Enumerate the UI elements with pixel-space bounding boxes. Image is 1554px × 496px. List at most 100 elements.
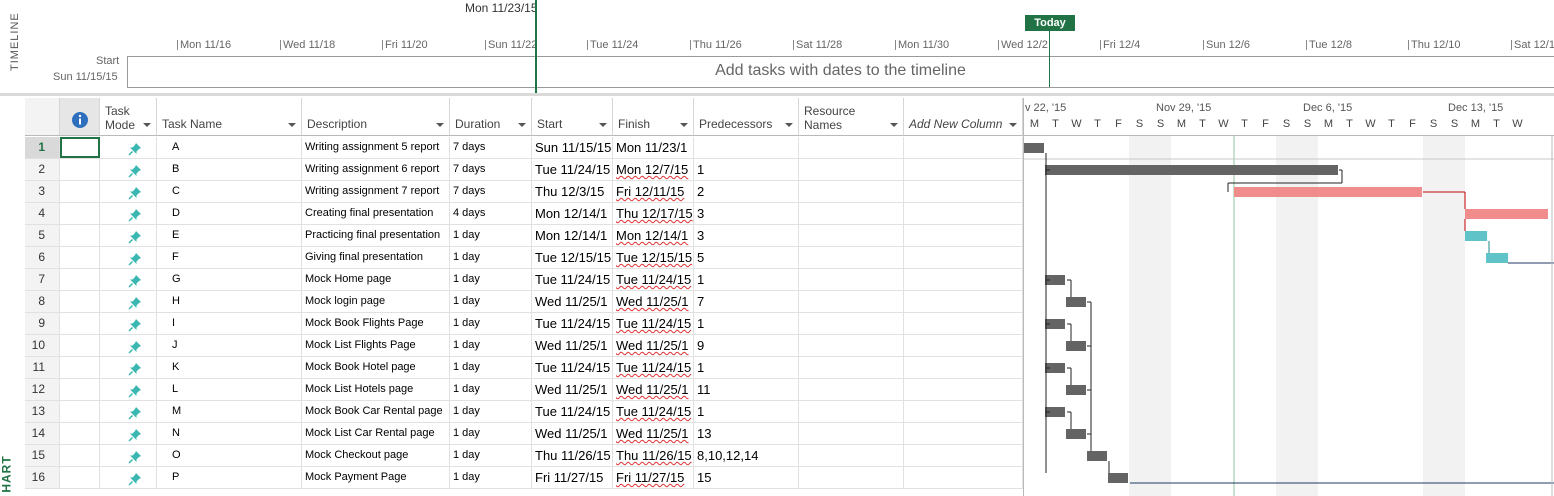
predecessors-cell[interactable]: 3 <box>694 203 799 224</box>
resource-names-cell[interactable] <box>799 313 904 334</box>
start-cell[interactable]: Wed 11/25/1 <box>532 423 613 444</box>
finish-cell[interactable]: Mon 12/14/1 <box>613 225 694 246</box>
gantt-bar[interactable] <box>1024 143 1044 153</box>
indicator-cell[interactable] <box>60 269 100 290</box>
table-row[interactable]: 11 K Mock Book Hotel page 1 day Tue 11/24/15… <box>25 357 1023 379</box>
predecessors-cell[interactable]: 1 <box>694 159 799 180</box>
task-name-cell[interactable]: C <box>157 181 302 202</box>
resource-names-cell[interactable] <box>799 137 904 158</box>
resource-names-cell[interactable] <box>799 225 904 246</box>
add-new-column-header[interactable]: Add New Column <box>904 98 1023 136</box>
start-cell[interactable]: Fri 11/27/15 <box>532 467 613 488</box>
resource-names-cell[interactable] <box>799 423 904 444</box>
add-new-column-cell[interactable] <box>904 423 1023 444</box>
description-header[interactable]: Description <box>302 98 450 136</box>
add-new-column-cell[interactable] <box>904 467 1023 488</box>
finish-cell[interactable]: Mon 12/7/15 <box>613 159 694 180</box>
duration-cell[interactable]: 1 day <box>450 467 532 488</box>
predecessors-cell[interactable]: 1 <box>694 313 799 334</box>
description-cell[interactable]: Giving final presentation <box>302 247 450 268</box>
task-name-cell[interactable]: B <box>157 159 302 180</box>
indicator-cell[interactable] <box>60 379 100 400</box>
start-cell[interactable]: Wed 11/25/1 <box>532 291 613 312</box>
gantt-bar[interactable] <box>1066 341 1086 351</box>
start-cell[interactable]: Tue 11/24/15 <box>532 159 613 180</box>
indicator-cell[interactable] <box>60 159 100 180</box>
row-id[interactable]: 14 <box>25 423 60 444</box>
task-name-cell[interactable]: J <box>157 335 302 356</box>
start-cell[interactable]: Sun 11/15/15 <box>532 137 613 158</box>
table-row[interactable]: 3 C Writing assignment 7 report 7 days Thu 1… <box>25 181 1023 203</box>
predecessors-cell[interactable]: 9 <box>694 335 799 356</box>
duration-cell[interactable]: 1 day <box>450 269 532 290</box>
task-mode-cell[interactable] <box>100 401 157 422</box>
indicator-cell[interactable] <box>60 467 100 488</box>
description-cell[interactable]: Mock Home page <box>302 269 450 290</box>
finish-cell[interactable]: Thu 12/17/15 <box>613 203 694 224</box>
finish-cell[interactable]: Tue 12/15/15 <box>613 247 694 268</box>
row-id[interactable]: 9 <box>25 313 60 334</box>
indicator-cell[interactable] <box>60 225 100 246</box>
start-cell[interactable]: Tue 11/24/15 <box>532 269 613 290</box>
row-id[interactable]: 8 <box>25 291 60 312</box>
chevron-down-icon[interactable] <box>288 123 296 127</box>
row-id[interactable]: 11 <box>25 357 60 378</box>
resource-names-cell[interactable] <box>799 467 904 488</box>
add-new-column-cell[interactable] <box>904 137 1023 158</box>
add-new-column-cell[interactable] <box>904 357 1023 378</box>
task-mode-cell[interactable] <box>100 247 157 268</box>
row-id[interactable]: 2 <box>25 159 60 180</box>
duration-cell[interactable]: 1 day <box>450 335 532 356</box>
task-mode-cell[interactable] <box>100 137 157 158</box>
add-new-column-cell[interactable] <box>904 291 1023 312</box>
description-cell[interactable]: Mock Payment Page <box>302 467 450 488</box>
duration-cell[interactable]: 7 days <box>450 159 532 180</box>
resource-names-cell[interactable] <box>799 379 904 400</box>
description-cell[interactable]: Mock List Car Rental page <box>302 423 450 444</box>
finish-cell[interactable]: Tue 11/24/15 <box>613 269 694 290</box>
predecessors-cell[interactable]: 2 <box>694 181 799 202</box>
duration-cell[interactable]: 1 day <box>450 401 532 422</box>
gantt-bar-teal[interactable] <box>1486 253 1509 263</box>
gantt-bar-critical[interactable] <box>1465 209 1548 219</box>
description-cell[interactable]: Mock Book Flights Page <box>302 313 450 334</box>
task-mode-cell[interactable] <box>100 203 157 224</box>
add-new-column-cell[interactable] <box>904 379 1023 400</box>
description-cell[interactable]: Practicing final presentation <box>302 225 450 246</box>
finish-cell[interactable]: Fri 12/11/15 <box>613 181 694 202</box>
indicators-header[interactable] <box>60 98 100 136</box>
row-id[interactable]: 6 <box>25 247 60 268</box>
row-id[interactable]: 10 <box>25 335 60 356</box>
chevron-down-icon[interactable] <box>436 123 444 127</box>
start-cell[interactable]: Tue 11/24/15 <box>532 357 613 378</box>
finish-cell[interactable]: Tue 11/24/15 <box>613 357 694 378</box>
row-id[interactable]: 5 <box>25 225 60 246</box>
predecessors-header[interactable]: Predecessors <box>694 98 799 136</box>
resource-names-cell[interactable] <box>799 291 904 312</box>
add-new-column-cell[interactable] <box>904 181 1023 202</box>
resource-names-cell[interactable] <box>799 335 904 356</box>
gantt-bar[interactable] <box>1066 297 1086 307</box>
finish-cell[interactable]: Tue 11/24/15 <box>613 401 694 422</box>
indicator-cell[interactable] <box>60 181 100 202</box>
table-row[interactable]: 15 O Mock Checkout page 1 day Thu 11/26/15 Th… <box>25 445 1023 467</box>
description-cell[interactable]: Writing assignment 7 report <box>302 181 450 202</box>
row-id[interactable]: 1 <box>25 137 60 158</box>
table-row[interactable]: 6 F Giving final presentation 1 day Tue 12/1… <box>25 247 1023 269</box>
task-name-header[interactable]: Task Name <box>157 98 302 136</box>
gantt-bar-teal[interactable] <box>1465 231 1488 241</box>
finish-cell[interactable]: Wed 11/25/1 <box>613 291 694 312</box>
finish-header[interactable]: Finish <box>613 98 694 136</box>
gantt-bar[interactable] <box>1066 429 1086 439</box>
predecessors-cell[interactable]: 13 <box>694 423 799 444</box>
duration-cell[interactable]: 4 days <box>450 203 532 224</box>
start-cell[interactable]: Tue 12/15/15 <box>532 247 613 268</box>
gantt-bar[interactable] <box>1045 165 1338 175</box>
task-name-cell[interactable]: P <box>157 467 302 488</box>
table-row[interactable]: 4 D Creating final presentation 4 days Mon 1… <box>25 203 1023 225</box>
task-name-cell[interactable]: N <box>157 423 302 444</box>
task-mode-cell[interactable] <box>100 181 157 202</box>
duration-cell[interactable]: 7 days <box>450 181 532 202</box>
table-row[interactable]: 13 M Mock Book Car Rental page 1 day Tue 11/… <box>25 401 1023 423</box>
chevron-down-icon[interactable] <box>680 123 688 127</box>
